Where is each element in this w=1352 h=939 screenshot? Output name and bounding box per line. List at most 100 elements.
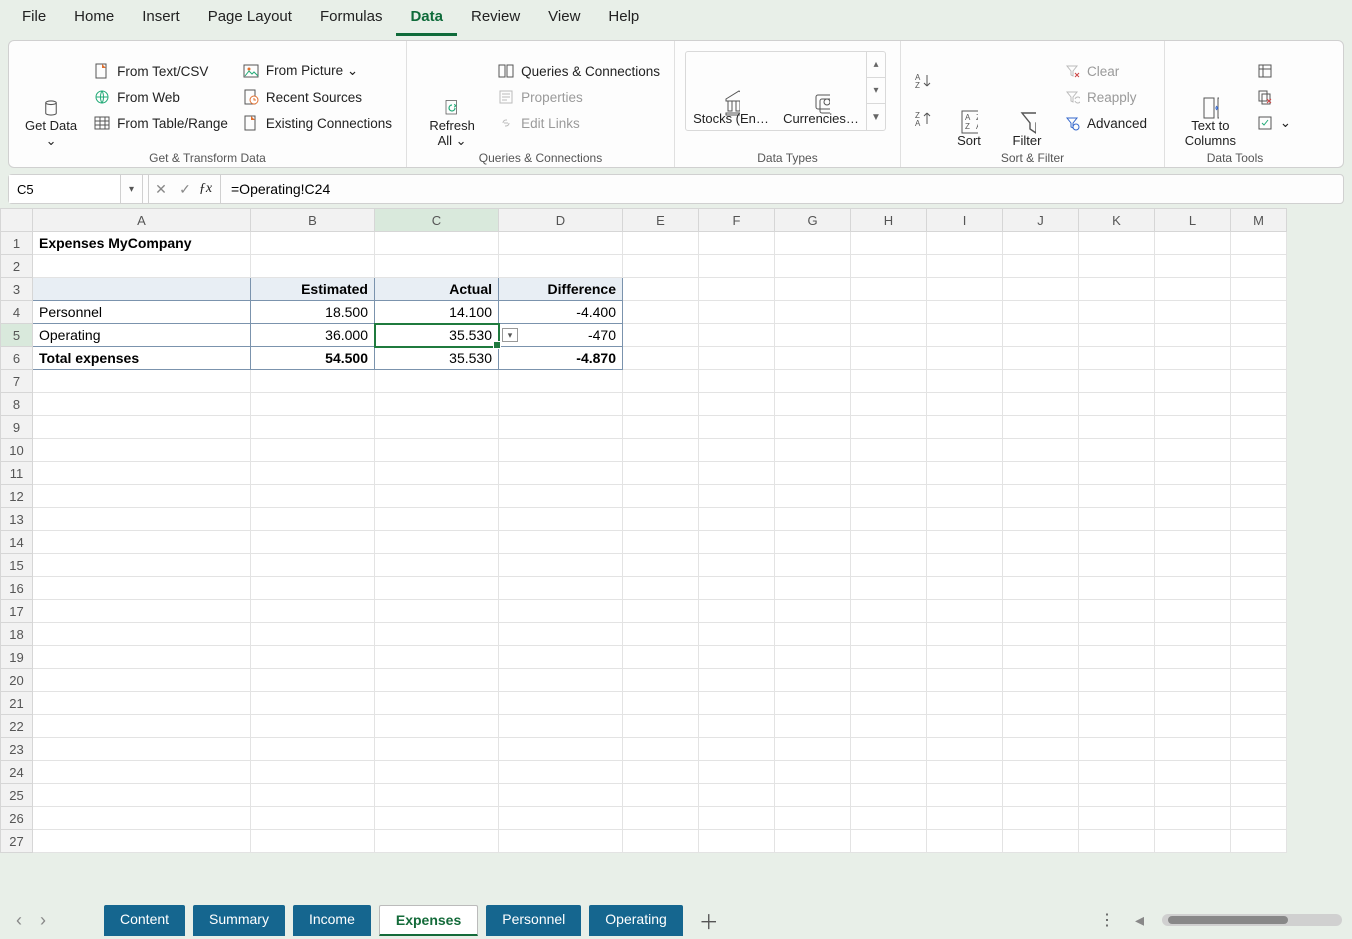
col-header-H[interactable]: H bbox=[851, 209, 927, 232]
smart-tag[interactable]: ▾ bbox=[502, 328, 518, 342]
cell-H17[interactable] bbox=[851, 600, 927, 623]
col-header-E[interactable]: E bbox=[623, 209, 699, 232]
cell-M3[interactable] bbox=[1231, 278, 1287, 301]
cell-F12[interactable] bbox=[699, 485, 775, 508]
cell-L21[interactable] bbox=[1155, 692, 1231, 715]
cell-G26[interactable] bbox=[775, 807, 851, 830]
cell-K8[interactable] bbox=[1079, 393, 1155, 416]
cell-D18[interactable] bbox=[499, 623, 623, 646]
cell-M2[interactable] bbox=[1231, 255, 1287, 278]
cell-K12[interactable] bbox=[1079, 485, 1155, 508]
cell-M27[interactable] bbox=[1231, 830, 1287, 853]
cell-K15[interactable] bbox=[1079, 554, 1155, 577]
cell-I6[interactable] bbox=[927, 347, 1003, 370]
cell-L26[interactable] bbox=[1155, 807, 1231, 830]
cell-C14[interactable] bbox=[375, 531, 499, 554]
cell-E22[interactable] bbox=[623, 715, 699, 738]
cell-L18[interactable] bbox=[1155, 623, 1231, 646]
cell-K27[interactable] bbox=[1079, 830, 1155, 853]
cell-K23[interactable] bbox=[1079, 738, 1155, 761]
cell-L14[interactable] bbox=[1155, 531, 1231, 554]
cell-I25[interactable] bbox=[927, 784, 1003, 807]
row-header-21[interactable]: 21 bbox=[1, 692, 33, 715]
col-header-A[interactable]: A bbox=[33, 209, 251, 232]
cell-G10[interactable] bbox=[775, 439, 851, 462]
cell-G27[interactable] bbox=[775, 830, 851, 853]
sheet-tab-content[interactable]: Content bbox=[104, 905, 185, 936]
cell-D6[interactable]: -4.870 bbox=[499, 347, 623, 370]
cell-B16[interactable] bbox=[251, 577, 375, 600]
cell-I21[interactable] bbox=[927, 692, 1003, 715]
tab-options[interactable]: ⋮ bbox=[1091, 910, 1123, 930]
cell-L16[interactable] bbox=[1155, 577, 1231, 600]
cell-M11[interactable] bbox=[1231, 462, 1287, 485]
cell-M5[interactable] bbox=[1231, 324, 1287, 347]
cell-G14[interactable] bbox=[775, 531, 851, 554]
row-header-12[interactable]: 12 bbox=[1, 485, 33, 508]
cell-L4[interactable] bbox=[1155, 301, 1231, 324]
cell-K10[interactable] bbox=[1079, 439, 1155, 462]
from-web-button[interactable]: From Web bbox=[89, 86, 232, 108]
cell-H19[interactable] bbox=[851, 646, 927, 669]
cell-A22[interactable] bbox=[33, 715, 251, 738]
cell-I26[interactable] bbox=[927, 807, 1003, 830]
cell-F2[interactable] bbox=[699, 255, 775, 278]
cell-H15[interactable] bbox=[851, 554, 927, 577]
cell-G8[interactable] bbox=[775, 393, 851, 416]
cell-M20[interactable] bbox=[1231, 669, 1287, 692]
cell-C25[interactable] bbox=[375, 784, 499, 807]
name-box-dropdown[interactable]: ▾ bbox=[121, 175, 143, 203]
cell-H16[interactable] bbox=[851, 577, 927, 600]
cell-D26[interactable] bbox=[499, 807, 623, 830]
cell-G17[interactable] bbox=[775, 600, 851, 623]
row-header-3[interactable]: 3 bbox=[1, 278, 33, 301]
remove-duplicates-button[interactable] bbox=[1252, 86, 1295, 108]
cell-C10[interactable] bbox=[375, 439, 499, 462]
cell-B19[interactable] bbox=[251, 646, 375, 669]
cell-D7[interactable] bbox=[499, 370, 623, 393]
cell-B26[interactable] bbox=[251, 807, 375, 830]
cell-I22[interactable] bbox=[927, 715, 1003, 738]
recent-sources-button[interactable]: Recent Sources bbox=[238, 86, 396, 108]
cell-D27[interactable] bbox=[499, 830, 623, 853]
sort-desc-button[interactable]: ZA bbox=[911, 108, 937, 130]
menu-page-layout[interactable]: Page Layout bbox=[194, 2, 306, 36]
col-header-K[interactable]: K bbox=[1079, 209, 1155, 232]
cell-K5[interactable] bbox=[1079, 324, 1155, 347]
cell-I14[interactable] bbox=[927, 531, 1003, 554]
menu-home[interactable]: Home bbox=[60, 2, 128, 36]
cell-I12[interactable] bbox=[927, 485, 1003, 508]
cell-A9[interactable] bbox=[33, 416, 251, 439]
cell-K7[interactable] bbox=[1079, 370, 1155, 393]
cell-A15[interactable] bbox=[33, 554, 251, 577]
cell-F15[interactable] bbox=[699, 554, 775, 577]
cell-A16[interactable] bbox=[33, 577, 251, 600]
cell-F19[interactable] bbox=[699, 646, 775, 669]
cell-E26[interactable] bbox=[623, 807, 699, 830]
cell-L27[interactable] bbox=[1155, 830, 1231, 853]
cell-L6[interactable] bbox=[1155, 347, 1231, 370]
cell-G2[interactable] bbox=[775, 255, 851, 278]
cell-H25[interactable] bbox=[851, 784, 927, 807]
cell-F9[interactable] bbox=[699, 416, 775, 439]
cell-C21[interactable] bbox=[375, 692, 499, 715]
cell-K6[interactable] bbox=[1079, 347, 1155, 370]
cell-K9[interactable] bbox=[1079, 416, 1155, 439]
cell-E15[interactable] bbox=[623, 554, 699, 577]
row-header-25[interactable]: 25 bbox=[1, 784, 33, 807]
cell-L13[interactable] bbox=[1155, 508, 1231, 531]
cell-L7[interactable] bbox=[1155, 370, 1231, 393]
cell-B7[interactable] bbox=[251, 370, 375, 393]
cell-G7[interactable] bbox=[775, 370, 851, 393]
cell-L23[interactable] bbox=[1155, 738, 1231, 761]
cell-J13[interactable] bbox=[1003, 508, 1079, 531]
sheet-tab-operating[interactable]: Operating bbox=[589, 905, 682, 936]
cell-A2[interactable] bbox=[33, 255, 251, 278]
row-header-27[interactable]: 27 bbox=[1, 830, 33, 853]
cell-B13[interactable] bbox=[251, 508, 375, 531]
cell-G18[interactable] bbox=[775, 623, 851, 646]
cell-C2[interactable] bbox=[375, 255, 499, 278]
cell-F5[interactable] bbox=[699, 324, 775, 347]
cell-L17[interactable] bbox=[1155, 600, 1231, 623]
cell-L3[interactable] bbox=[1155, 278, 1231, 301]
